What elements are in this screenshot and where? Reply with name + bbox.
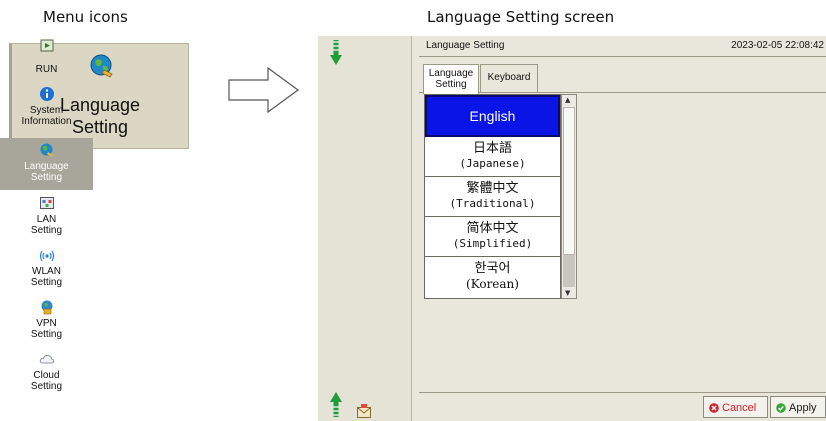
sidebar-item-language-setting[interactable]: Language Setting <box>0 138 93 190</box>
language-english-name: (Simplified) <box>452 237 533 250</box>
sidebar-item-label-line2: Information <box>21 116 72 127</box>
info-icon <box>39 87 54 101</box>
scroll-down-indicator-icon[interactable] <box>329 391 343 419</box>
language-native-name: 한국어 <box>474 261 511 276</box>
sidebar-item-lan-setting[interactable]: LAN Setting <box>0 195 93 236</box>
title-bar: Language Setting 2023-02-05 22:08:42 <box>419 36 826 56</box>
language-option-japanese[interactable]: 日本語 (Japanese) <box>425 137 560 177</box>
mail-icon[interactable] <box>356 403 372 419</box>
caption-language-setting-screen: Language Setting screen <box>427 8 615 26</box>
cancel-icon <box>709 403 719 413</box>
screen-title: Language Setting <box>426 40 505 51</box>
sidebar-item-label-line1: VPN <box>36 318 57 329</box>
sidebar-item-label-line2: Setting <box>30 329 63 340</box>
sidebar-item-wlan-setting[interactable]: WLAN Setting <box>0 247 93 288</box>
tab-label-line1: Language <box>428 68 474 79</box>
divider <box>419 56 826 57</box>
sidebar-item-system-information[interactable]: System Information <box>0 86 93 127</box>
apply-button[interactable]: Apply <box>770 396 826 418</box>
divider <box>419 92 826 93</box>
divider <box>419 392 826 393</box>
sidebar-item-label-line1: WLAN <box>32 266 61 277</box>
sidebar-item-cloud-setting[interactable]: Cloud Setting <box>0 351 93 392</box>
sidebar-item-label-line1: Cloud <box>33 370 60 381</box>
language-list-scrollbar[interactable]: ▲ ▼ <box>561 94 577 299</box>
lan-icon <box>39 197 54 209</box>
language-english-name: (Traditional) <box>449 197 536 210</box>
datetime: 2023-02-05 22:08:42 <box>731 40 824 51</box>
sidebar-item-label-line2: Setting <box>30 225 63 236</box>
sidebar-item-run[interactable]: RUN <box>0 38 93 75</box>
vpn-icon <box>41 300 52 315</box>
globe-icon <box>40 143 53 157</box>
scrollbar-thumb[interactable] <box>563 107 575 255</box>
language-option-traditional-chinese[interactable]: 繁體中文 (Traditional) <box>425 177 560 217</box>
sidebar-item-label-line2: Setting <box>30 277 63 288</box>
language-english-name: (Japanese) <box>459 157 526 170</box>
caption-menu-icons: Menu icons <box>43 8 128 26</box>
scrollbar-track[interactable] <box>563 255 575 287</box>
language-native-name: 日本語 <box>472 141 512 156</box>
check-icon <box>776 403 786 413</box>
cancel-button[interactable]: Cancel <box>703 396 768 418</box>
sidebar <box>318 36 412 421</box>
sidebar-item-label: RUN <box>35 64 58 75</box>
language-option-english[interactable]: English <box>425 95 560 137</box>
language-name: English <box>469 108 516 124</box>
scroll-down-arrow-icon[interactable]: ▼ <box>565 289 570 297</box>
scroll-up-indicator-icon[interactable] <box>329 38 343 66</box>
sidebar-item-label-line1: Language <box>24 161 69 172</box>
sidebar-item-label-line2: Setting <box>30 381 63 392</box>
sidebar-item-vpn-setting[interactable]: VPN Setting <box>0 299 93 340</box>
scroll-up-arrow-icon[interactable]: ▲ <box>565 96 570 104</box>
language-english-name: (Korean) <box>466 277 519 291</box>
wifi-icon <box>39 250 54 262</box>
run-icon <box>40 39 53 52</box>
language-list: English 日本語 (Japanese) 繁體中文 (Traditional… <box>424 94 561 299</box>
right-arrow-icon <box>228 67 300 113</box>
language-option-korean[interactable]: 한국어 (Korean) <box>425 257 560 297</box>
language-option-simplified-chinese[interactable]: 简体中文 (Simplified) <box>425 217 560 257</box>
sidebar-item-label-line1: LAN <box>36 214 57 225</box>
cloud-icon <box>39 354 54 364</box>
apply-button-label: Apply <box>789 402 817 414</box>
tab-label-line2: Setting <box>435 79 467 90</box>
sidebar-item-label-line1: System <box>29 105 64 116</box>
language-native-name: 简体中文 <box>466 221 519 236</box>
language-native-name: 繁體中文 <box>466 181 519 196</box>
cancel-button-label: Cancel <box>722 402 757 414</box>
tab-keyboard[interactable]: Keyboard <box>480 64 538 92</box>
tab-language-setting[interactable]: Language Setting <box>423 64 479 94</box>
sidebar-item-label-line2: Setting <box>30 172 63 183</box>
